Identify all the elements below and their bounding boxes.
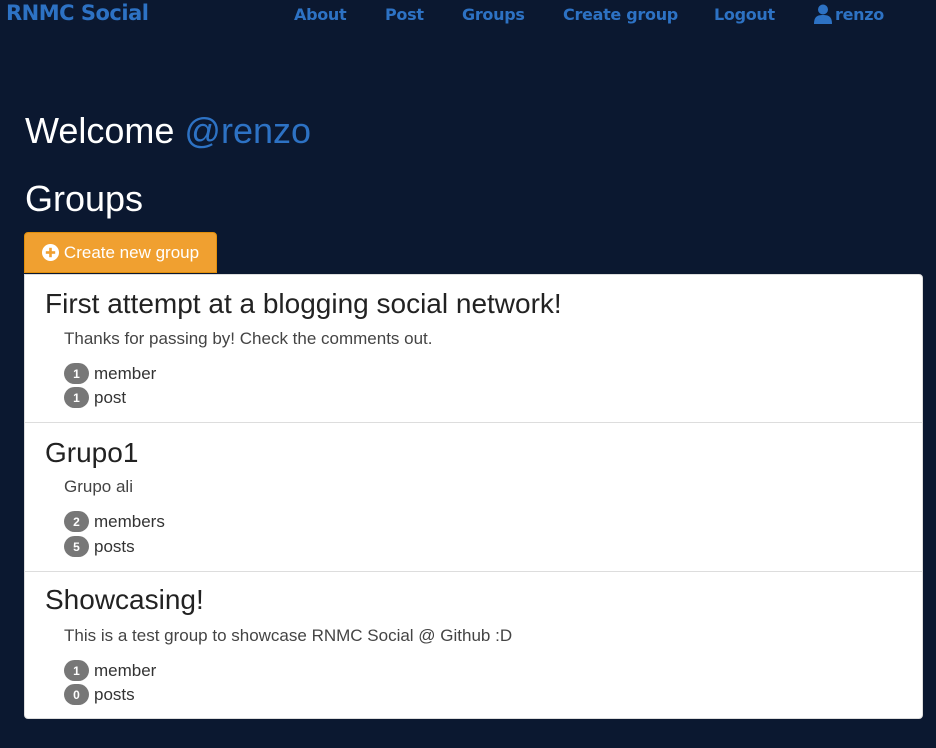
posts-label: post (94, 387, 127, 407)
group-posts: 5 posts (64, 536, 135, 557)
group-item[interactable]: First attempt at a blogging social netwo… (25, 275, 922, 423)
members-count-badge: 1 (64, 660, 89, 681)
create-new-group-button[interactable]: Create new group (24, 232, 217, 273)
groups-list: First attempt at a blogging social netwo… (24, 274, 923, 719)
group-posts: 1 post (64, 387, 126, 408)
plus-circle-icon (41, 244, 59, 261)
nav-groups-link[interactable]: Groups (462, 5, 525, 24)
group-name: First attempt at a blogging social netwo… (45, 288, 562, 319)
members-label: members (94, 511, 165, 531)
members-label: member (94, 363, 157, 383)
welcome-prefix: Welcome (25, 110, 175, 151)
welcome-heading: Welcome @renzo (25, 110, 311, 152)
group-name: Grupo1 (45, 437, 139, 468)
group-members: 1 member (64, 660, 156, 681)
welcome-handle: @renzo (184, 110, 312, 151)
group-members: 1 member (64, 363, 156, 384)
groups-heading: Groups (25, 178, 144, 219)
group-description: This is a test group to showcase RNMC So… (64, 626, 513, 645)
group-members: 2 members (64, 511, 165, 532)
members-label: member (94, 660, 157, 680)
group-item[interactable]: Grupo1 Grupo ali 2 members 5 posts (25, 422, 922, 570)
posts-label: posts (94, 684, 135, 704)
group-description: Grupo ali (64, 477, 133, 496)
posts-count-badge: 0 (64, 684, 89, 705)
posts-count-badge: 5 (64, 536, 89, 557)
nav-about-link[interactable]: About (294, 5, 347, 24)
posts-count-badge: 1 (64, 387, 89, 408)
members-count-badge: 2 (64, 511, 89, 532)
members-count-badge: 1 (64, 363, 89, 384)
group-name: Showcasing! (45, 584, 204, 615)
nav-create-group-link[interactable]: Create group (563, 5, 678, 24)
nav-logout-link[interactable]: Logout (714, 5, 775, 24)
brand-link[interactable]: RNMC Social (6, 1, 149, 25)
nav-user-name: renzo (835, 4, 884, 24)
nav-post-link[interactable]: Post (385, 5, 424, 24)
group-posts: 0 posts (64, 684, 135, 705)
group-item[interactable]: Showcasing! This is a test group to show… (25, 571, 922, 718)
navbar: RNMC Social About Post Groups Create gro… (0, 0, 936, 32)
user-icon (814, 4, 832, 24)
nav-user-link[interactable]: renzo (814, 4, 884, 24)
create-new-group-label: Create new group (63, 242, 200, 262)
posts-label: posts (94, 536, 135, 556)
group-description: Thanks for passing by! Check the comment… (64, 329, 433, 348)
